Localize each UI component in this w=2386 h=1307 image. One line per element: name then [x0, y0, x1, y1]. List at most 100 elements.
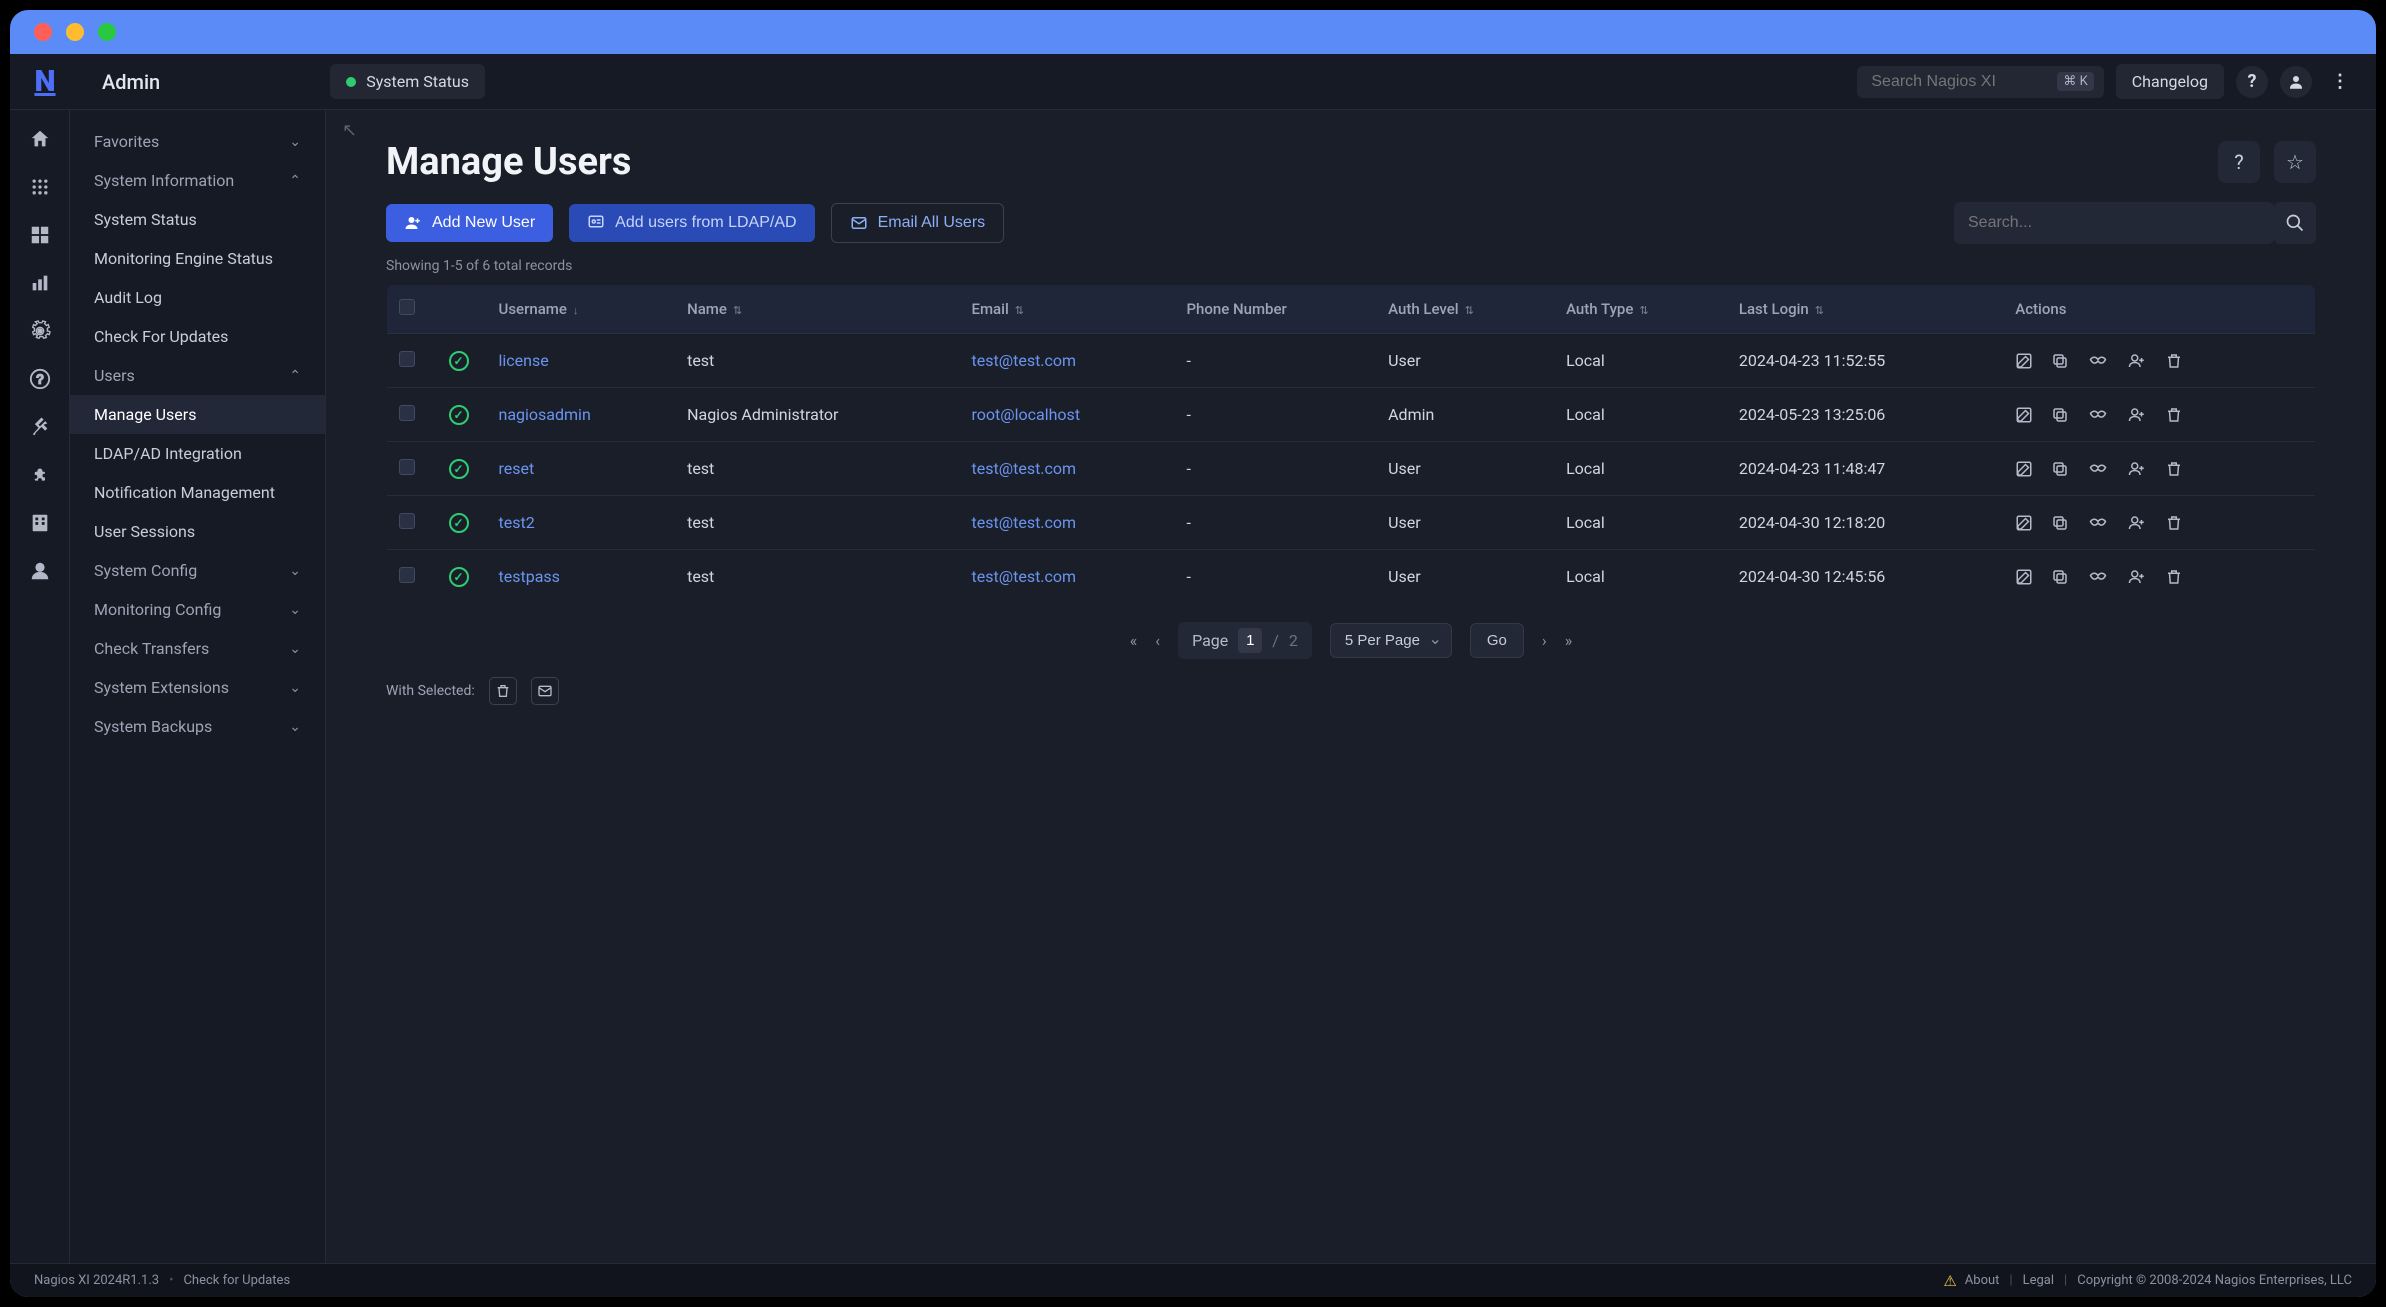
row-checkbox[interactable]	[399, 351, 415, 367]
bulk-email-icon[interactable]	[531, 677, 559, 705]
last-page-button[interactable]: »	[1565, 631, 1573, 650]
delete-icon[interactable]	[2165, 514, 2183, 532]
copy-icon[interactable]	[2051, 568, 2069, 586]
username-link[interactable]: reset	[499, 459, 535, 478]
row-checkbox[interactable]	[399, 513, 415, 529]
add-user-icon[interactable]	[2127, 460, 2147, 478]
global-search-input[interactable]	[1857, 66, 2057, 98]
delete-icon[interactable]	[2165, 406, 2183, 424]
sidebar-group-check-transfers[interactable]: Check Transfers⌄	[70, 629, 325, 668]
masquerade-icon[interactable]	[2087, 568, 2109, 586]
sidebar-group-system-info[interactable]: System Information⌃	[70, 161, 325, 200]
footer-about-link[interactable]: About	[1965, 1273, 2000, 1288]
close-window-button[interactable]	[34, 23, 52, 41]
sidebar-item-audit-log[interactable]: Audit Log	[70, 278, 325, 317]
username-link[interactable]: testpass	[499, 567, 560, 586]
username-link[interactable]: license	[499, 351, 549, 370]
copy-icon[interactable]	[2051, 514, 2069, 532]
first-page-button[interactable]: «	[1130, 631, 1138, 650]
add-ldap-users-button[interactable]: Add users from LDAP/AD	[569, 204, 814, 242]
masquerade-icon[interactable]	[2087, 406, 2109, 424]
edit-icon[interactable]	[2015, 514, 2033, 532]
warning-icon[interactable]: ⚠	[1943, 1272, 1956, 1290]
add-user-icon[interactable]	[2127, 568, 2147, 586]
username-link[interactable]: nagiosadmin	[499, 405, 591, 424]
sidebar-group-system-backups[interactable]: System Backups⌄	[70, 707, 325, 746]
sidebar-group-system-extensions[interactable]: System Extensions⌄	[70, 668, 325, 707]
copy-icon[interactable]	[2051, 406, 2069, 424]
prev-page-button[interactable]: ‹	[1155, 631, 1160, 650]
col-name[interactable]: Name⇅	[675, 285, 959, 334]
page-help-icon[interactable]: ?	[2218, 141, 2260, 183]
favorite-icon[interactable]: ☆	[2274, 141, 2316, 183]
email-link[interactable]: test@test.com	[972, 567, 1077, 586]
add-user-icon[interactable]	[2127, 352, 2147, 370]
dashboard-icon[interactable]	[27, 222, 53, 248]
footer-check-updates-link[interactable]: Check for Updates	[183, 1273, 290, 1288]
row-checkbox[interactable]	[399, 405, 415, 421]
sidebar-group-monitoring-config[interactable]: Monitoring Config⌄	[70, 590, 325, 629]
email-link[interactable]: test@test.com	[972, 513, 1077, 532]
row-checkbox[interactable]	[399, 567, 415, 583]
email-link[interactable]: test@test.com	[972, 459, 1077, 478]
delete-icon[interactable]	[2165, 352, 2183, 370]
row-checkbox[interactable]	[399, 459, 415, 475]
email-link[interactable]: test@test.com	[972, 351, 1077, 370]
sidebar-item-check-updates[interactable]: Check For Updates	[70, 317, 325, 356]
add-new-user-button[interactable]: Add New User	[386, 204, 553, 242]
sidebar-group-system-config[interactable]: System Config⌄	[70, 551, 325, 590]
plugins-icon[interactable]	[27, 462, 53, 488]
page-input[interactable]	[1238, 628, 1262, 653]
sidebar-item-ldap[interactable]: LDAP/AD Integration	[70, 434, 325, 473]
copy-icon[interactable]	[2051, 352, 2069, 370]
changelog-button[interactable]: Changelog	[2116, 64, 2224, 99]
table-search-input[interactable]	[1954, 202, 2274, 244]
sidebar-item-system-status[interactable]: System Status	[70, 200, 325, 239]
masquerade-icon[interactable]	[2087, 352, 2109, 370]
masquerade-icon[interactable]	[2087, 460, 2109, 478]
col-last-login[interactable]: Last Login⇅	[1727, 285, 2003, 334]
collapse-sidebar-icon[interactable]: ↖	[342, 120, 357, 141]
enterprise-icon[interactable]	[27, 510, 53, 536]
help-icon[interactable]: ?	[2236, 66, 2268, 98]
bulk-delete-icon[interactable]	[489, 677, 517, 705]
masquerade-icon[interactable]	[2087, 514, 2109, 532]
admin-rail-icon[interactable]	[27, 558, 53, 584]
system-status-pill[interactable]: System Status	[330, 64, 485, 99]
sidebar-item-user-sessions[interactable]: User Sessions	[70, 512, 325, 551]
apps-icon[interactable]	[27, 174, 53, 200]
edit-icon[interactable]	[2015, 460, 2033, 478]
sidebar-group-favorites[interactable]: Favorites⌄	[70, 122, 325, 161]
col-auth-type[interactable]: Auth Type⇅	[1554, 285, 1727, 334]
add-user-icon[interactable]	[2127, 406, 2147, 424]
help-rail-icon[interactable]: ?	[27, 366, 53, 392]
sidebar-item-engine-status[interactable]: Monitoring Engine Status	[70, 239, 325, 278]
copy-icon[interactable]	[2051, 460, 2069, 478]
account-icon[interactable]	[2280, 66, 2312, 98]
edit-icon[interactable]	[2015, 568, 2033, 586]
tools-icon[interactable]	[27, 414, 53, 440]
col-email[interactable]: Email⇅	[960, 285, 1175, 334]
email-all-users-button[interactable]: Email All Users	[831, 203, 1005, 243]
edit-icon[interactable]	[2015, 352, 2033, 370]
col-username[interactable]: Username↓	[487, 285, 676, 334]
next-page-button[interactable]: ›	[1542, 631, 1547, 650]
select-all-checkbox[interactable]	[399, 299, 415, 315]
minimize-window-button[interactable]	[66, 23, 84, 41]
home-icon[interactable]	[27, 126, 53, 152]
footer-legal-link[interactable]: Legal	[2023, 1273, 2054, 1288]
add-user-icon[interactable]	[2127, 514, 2147, 532]
maximize-window-button[interactable]	[98, 23, 116, 41]
delete-icon[interactable]	[2165, 460, 2183, 478]
username-link[interactable]: test2	[499, 513, 535, 532]
app-logo[interactable]: N	[30, 67, 60, 97]
delete-icon[interactable]	[2165, 568, 2183, 586]
go-button[interactable]: Go	[1470, 623, 1524, 658]
sidebar-group-users[interactable]: Users⌃	[70, 356, 325, 395]
search-icon[interactable]	[2274, 202, 2316, 244]
per-page-select[interactable]: 5 Per Page	[1330, 623, 1452, 658]
sidebar-item-manage-users[interactable]: Manage Users	[70, 395, 325, 434]
config-icon[interactable]	[27, 318, 53, 344]
email-link[interactable]: root@localhost	[972, 405, 1081, 424]
sidebar-item-notification-mgmt[interactable]: Notification Management	[70, 473, 325, 512]
